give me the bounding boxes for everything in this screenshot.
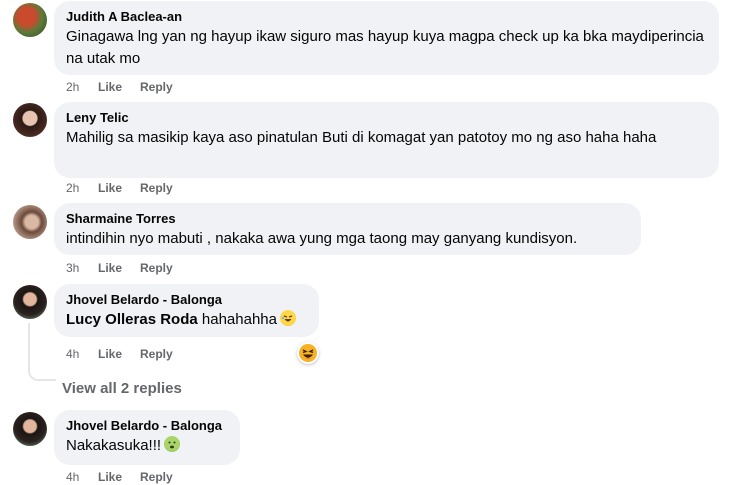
comment-actions: 2h Like Reply: [66, 79, 173, 95]
avatar[interactable]: [13, 285, 47, 319]
comment-actions: 3h Like Reply: [66, 260, 173, 276]
comment-text: Ginagawa lng yan ng hayup ikaw siguro ma…: [66, 28, 704, 67]
comment-time[interactable]: 4h: [66, 346, 98, 362]
reply-button[interactable]: Reply: [140, 260, 173, 276]
view-replies-link[interactable]: View all 2 replies: [62, 379, 182, 399]
comment-time[interactable]: 2h: [66, 79, 98, 95]
comment-text: Nakakasuka!!!: [66, 435, 228, 457]
thread-line: [28, 323, 56, 381]
reply-button[interactable]: Reply: [140, 180, 173, 196]
haha-reaction-icon[interactable]: [297, 342, 319, 364]
avatar[interactable]: [13, 205, 47, 239]
comment-text: intindihin nyo mabuti , nakaka awa yung …: [66, 230, 578, 247]
like-button[interactable]: Like: [98, 180, 140, 196]
comment-author[interactable]: Jhovel Belardo - Balonga: [66, 417, 228, 434]
reply-button[interactable]: Reply: [140, 469, 173, 485]
comment-text-body: hahahahha: [201, 311, 277, 328]
comment-author[interactable]: Judith A Baclea-an: [66, 8, 707, 25]
comment-bubble: Judith A Baclea-an Ginagawa lng yan ng h…: [54, 1, 719, 75]
rolling-laughing-emoji: [279, 310, 296, 326]
avatar[interactable]: [13, 103, 47, 137]
like-button[interactable]: Like: [98, 79, 140, 95]
comment-bubble: Sharmaine Torres intindihin nyo mabuti ,…: [54, 203, 641, 255]
comment-time[interactable]: 4h: [66, 469, 98, 485]
reply-button[interactable]: Reply: [140, 346, 173, 362]
comment-time[interactable]: 2h: [66, 180, 98, 196]
comment-bubble: Jhovel Belardo - Balonga Nakakasuka!!!: [54, 410, 240, 465]
comment-bubble: Leny Telic Mahilig sa masikip kaya aso p…: [54, 102, 719, 178]
avatar[interactable]: [13, 3, 47, 37]
comment-author[interactable]: Sharmaine Torres: [66, 210, 629, 227]
comment-actions: 4h Like Reply: [66, 469, 173, 485]
comment-bubble: Jhovel Belardo - Balonga Lucy Olleras Ro…: [54, 284, 319, 337]
like-button[interactable]: Like: [98, 260, 140, 276]
comment-time[interactable]: 3h: [66, 260, 98, 276]
like-button[interactable]: Like: [98, 346, 140, 362]
nauseated-face-emoji: [164, 436, 181, 452]
avatar[interactable]: [13, 412, 47, 446]
comment-author[interactable]: Jhovel Belardo - Balonga: [66, 291, 307, 308]
comment-actions: 2h Like Reply: [66, 180, 173, 196]
mention-link[interactable]: Lucy Olleras Roda: [66, 311, 198, 328]
comment-text: Mahilig sa masikip kaya aso pinatulan Bu…: [66, 129, 657, 146]
comment-text: Lucy Olleras Roda hahahahha: [66, 309, 307, 331]
comment-author[interactable]: Leny Telic: [66, 109, 707, 126]
comment-text-body: Nakakasuka!!!: [66, 437, 162, 454]
reply-button[interactable]: Reply: [140, 79, 173, 95]
like-button[interactable]: Like: [98, 469, 140, 485]
comment-actions: 4h Like Reply: [66, 346, 173, 362]
